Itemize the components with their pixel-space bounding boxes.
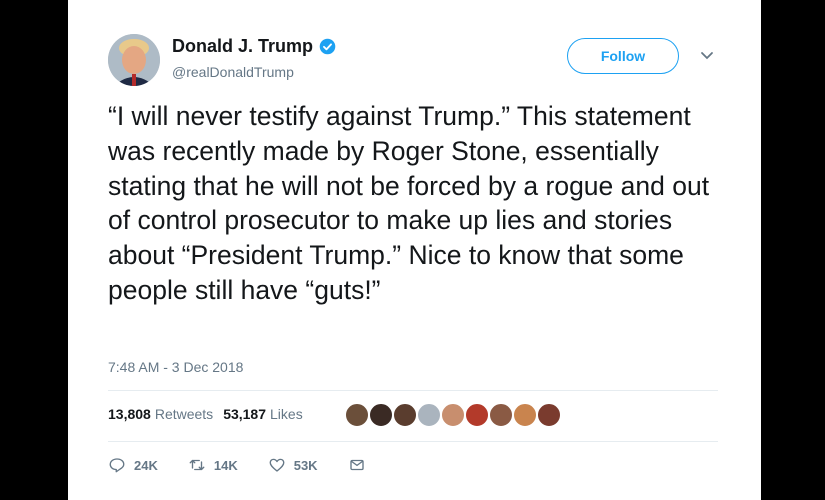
verified-badge-icon bbox=[319, 38, 336, 55]
liker-avatar[interactable] bbox=[416, 402, 442, 428]
reply-button[interactable]: 24K bbox=[108, 456, 158, 474]
tweet-timestamp[interactable]: 7:48 AM - 3 Dec 2018 bbox=[108, 359, 243, 375]
follow-button[interactable]: Follow bbox=[567, 38, 679, 74]
author-name-text: Donald J. Trump bbox=[172, 36, 314, 56]
engagement-stats: 13,808 Retweets 53,187 Likes bbox=[108, 406, 303, 422]
liker-avatar[interactable] bbox=[440, 402, 466, 428]
liker-avatar[interactable] bbox=[488, 402, 514, 428]
liker-avatar[interactable] bbox=[512, 402, 538, 428]
liker-avatar[interactable] bbox=[392, 402, 418, 428]
retweet-button[interactable]: 14K bbox=[188, 456, 238, 474]
chevron-down-icon[interactable] bbox=[700, 50, 714, 62]
likes-count: 53,187 bbox=[223, 406, 267, 422]
likes-stat[interactable]: 53,187 Likes bbox=[223, 406, 303, 422]
retweets-count: 13,808 bbox=[108, 406, 151, 422]
tweet-actions: 24K 14K 53K bbox=[108, 456, 396, 474]
tweet-text: “I will never testify against Trump.” Th… bbox=[108, 101, 710, 305]
liker-avatar[interactable] bbox=[368, 402, 394, 428]
divider bbox=[108, 390, 718, 391]
retweets-label: Retweets bbox=[154, 406, 214, 422]
like-button[interactable]: 53K bbox=[268, 456, 318, 474]
tweet-card: Donald J. Trump @realDonaldTrump Follow … bbox=[68, 0, 761, 500]
heart-icon bbox=[269, 458, 285, 472]
reply-count: 24K bbox=[134, 457, 158, 473]
reply-icon bbox=[109, 458, 125, 473]
profile-photo-icon bbox=[108, 34, 160, 86]
retweets-stat[interactable]: 13,808 Retweets bbox=[108, 406, 213, 422]
author-name[interactable]: Donald J. Trump bbox=[172, 36, 336, 57]
retweet-icon bbox=[189, 459, 205, 471]
author-avatar[interactable] bbox=[108, 34, 160, 86]
liker-avatar[interactable] bbox=[536, 402, 562, 428]
retweet-count: 14K bbox=[213, 457, 238, 473]
liker-avatar[interactable] bbox=[464, 402, 490, 428]
liker-avatar[interactable] bbox=[344, 402, 370, 428]
direct-message-button[interactable] bbox=[348, 456, 366, 474]
likes-label: Likes bbox=[270, 406, 303, 422]
author-handle[interactable]: @realDonaldTrump bbox=[172, 64, 294, 80]
divider bbox=[108, 441, 718, 442]
like-count: 53K bbox=[293, 457, 318, 473]
liker-avatars bbox=[344, 402, 562, 428]
envelope-icon bbox=[349, 459, 364, 471]
